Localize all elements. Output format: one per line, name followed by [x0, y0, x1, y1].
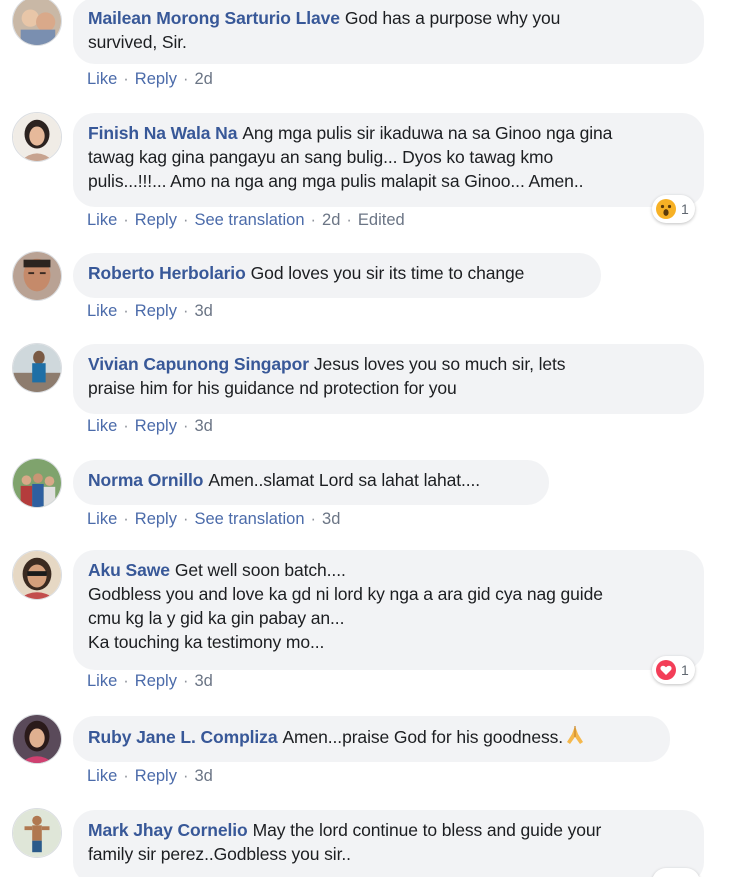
- comment-bubble: Norma Ornillo Amen..slamat Lord sa lahat …: [73, 460, 549, 505]
- comment-timestamp[interactable]: 3d: [194, 672, 212, 691]
- comment-timestamp[interactable]: 3d: [194, 417, 212, 436]
- comment-actions: Like · Reply · See translation · 3d: [87, 510, 340, 529]
- reaction-badge[interactable]: 1: [652, 656, 695, 684]
- reaction-badge[interactable]: 1: [652, 195, 695, 223]
- comment-author[interactable]: Aku Sawe: [88, 560, 170, 580]
- comment-bubble: Ruby Jane L. Compliza Amen...praise God f…: [73, 716, 670, 762]
- avatar[interactable]: [12, 550, 62, 600]
- avatar[interactable]: [12, 251, 62, 301]
- separator: ·: [182, 672, 189, 690]
- reply-link[interactable]: Reply: [135, 211, 177, 230]
- like-link[interactable]: Like: [87, 510, 117, 529]
- avatar[interactable]: [12, 0, 62, 46]
- see-translation-link[interactable]: See translation: [194, 510, 304, 529]
- separator: ·: [346, 211, 352, 229]
- comment-bubble: Mark Jhay Cornelio May the lord continue …: [73, 810, 704, 877]
- separator: ·: [123, 211, 129, 229]
- separator: ·: [182, 302, 189, 320]
- wow-reaction-icon: [655, 198, 677, 220]
- comment-author[interactable]: Roberto Herbolario: [88, 263, 246, 283]
- comment-author[interactable]: Mark Jhay Cornelio: [88, 820, 248, 840]
- separator: ·: [123, 417, 129, 435]
- comment-bubble: Aku Sawe Get well soon batch.... Godbless…: [73, 550, 704, 670]
- comment-text: God loves you sir its time to change: [250, 263, 525, 283]
- comment-timestamp[interactable]: 3d: [194, 767, 212, 786]
- separator: ·: [182, 211, 189, 229]
- separator: ·: [123, 767, 129, 785]
- reply-link[interactable]: Reply: [135, 70, 177, 89]
- comment-actions: Like · Reply · 3d: [87, 767, 213, 786]
- like-link[interactable]: Like: [87, 70, 117, 89]
- reaction-count: 1: [681, 662, 689, 678]
- separator: ·: [123, 510, 129, 528]
- comment-timestamp[interactable]: 2d: [322, 211, 340, 230]
- separator: ·: [123, 70, 129, 88]
- separator: ·: [123, 302, 129, 320]
- avatar[interactable]: [12, 714, 62, 764]
- like-link[interactable]: Like: [87, 417, 117, 436]
- like-link[interactable]: Like: [87, 767, 117, 786]
- comment-author[interactable]: Finish Na Wala Na: [88, 123, 237, 143]
- avatar[interactable]: [12, 458, 62, 508]
- comment-text: Amen..slamat Lord sa lahat lahat....: [208, 470, 481, 490]
- separator: ·: [182, 70, 189, 88]
- avatar[interactable]: [12, 808, 62, 858]
- reply-link[interactable]: Reply: [135, 510, 177, 529]
- separator: ·: [310, 211, 317, 229]
- reply-link[interactable]: Reply: [135, 672, 177, 691]
- comment-actions: Like · Reply · See translation · 2d · Edited: [87, 211, 405, 230]
- comment-timestamp[interactable]: 3d: [322, 510, 340, 529]
- separator: ·: [182, 510, 189, 528]
- comment-timestamp[interactable]: 3d: [194, 302, 212, 321]
- reaction-badge[interactable]: [652, 868, 700, 877]
- avatar[interactable]: [12, 112, 62, 162]
- reaction-count: 1: [681, 201, 689, 217]
- comment-bubble: Finish Na Wala Na Ang mga pulis sir ikadu…: [73, 113, 704, 207]
- comment-actions: Like · Reply · 3d: [87, 417, 213, 436]
- separator: ·: [123, 672, 129, 690]
- reply-link[interactable]: Reply: [135, 302, 177, 321]
- comment-author[interactable]: Ruby Jane L. Compliza: [88, 727, 278, 747]
- like-link[interactable]: Like: [87, 302, 117, 321]
- separator: ·: [182, 417, 189, 435]
- love-reaction-icon: [655, 659, 677, 681]
- comment-actions: Like · Reply · 2d: [87, 70, 213, 89]
- comment-bubble: Vivian Capunong Singapor Jesus loves you …: [73, 344, 704, 414]
- comment-actions: Like · Reply · 3d: [87, 302, 213, 321]
- comment-actions: Like · Reply · 3d: [87, 672, 213, 691]
- comment-timestamp[interactable]: 2d: [194, 70, 212, 89]
- comment-text: Amen...praise God for his goodness.: [282, 727, 564, 747]
- reply-link[interactable]: Reply: [135, 767, 177, 786]
- comment-author[interactable]: Norma Ornillo: [88, 470, 203, 490]
- comment-bubble: Mailean Morong Sarturio Llave God has a p…: [73, 0, 704, 64]
- separator: ·: [182, 767, 189, 785]
- avatar[interactable]: [12, 343, 62, 393]
- reply-link[interactable]: Reply: [135, 417, 177, 436]
- like-link[interactable]: Like: [87, 672, 117, 691]
- edited-label[interactable]: Edited: [358, 211, 405, 230]
- comment-author[interactable]: Mailean Morong Sarturio Llave: [88, 8, 340, 28]
- see-translation-link[interactable]: See translation: [194, 211, 304, 230]
- praying-hands-icon: [563, 724, 587, 746]
- like-link[interactable]: Like: [87, 211, 117, 230]
- comment-bubble: Roberto Herbolario God loves you sir its …: [73, 253, 601, 298]
- comment-author[interactable]: Vivian Capunong Singapor: [88, 354, 309, 374]
- separator: ·: [310, 510, 317, 528]
